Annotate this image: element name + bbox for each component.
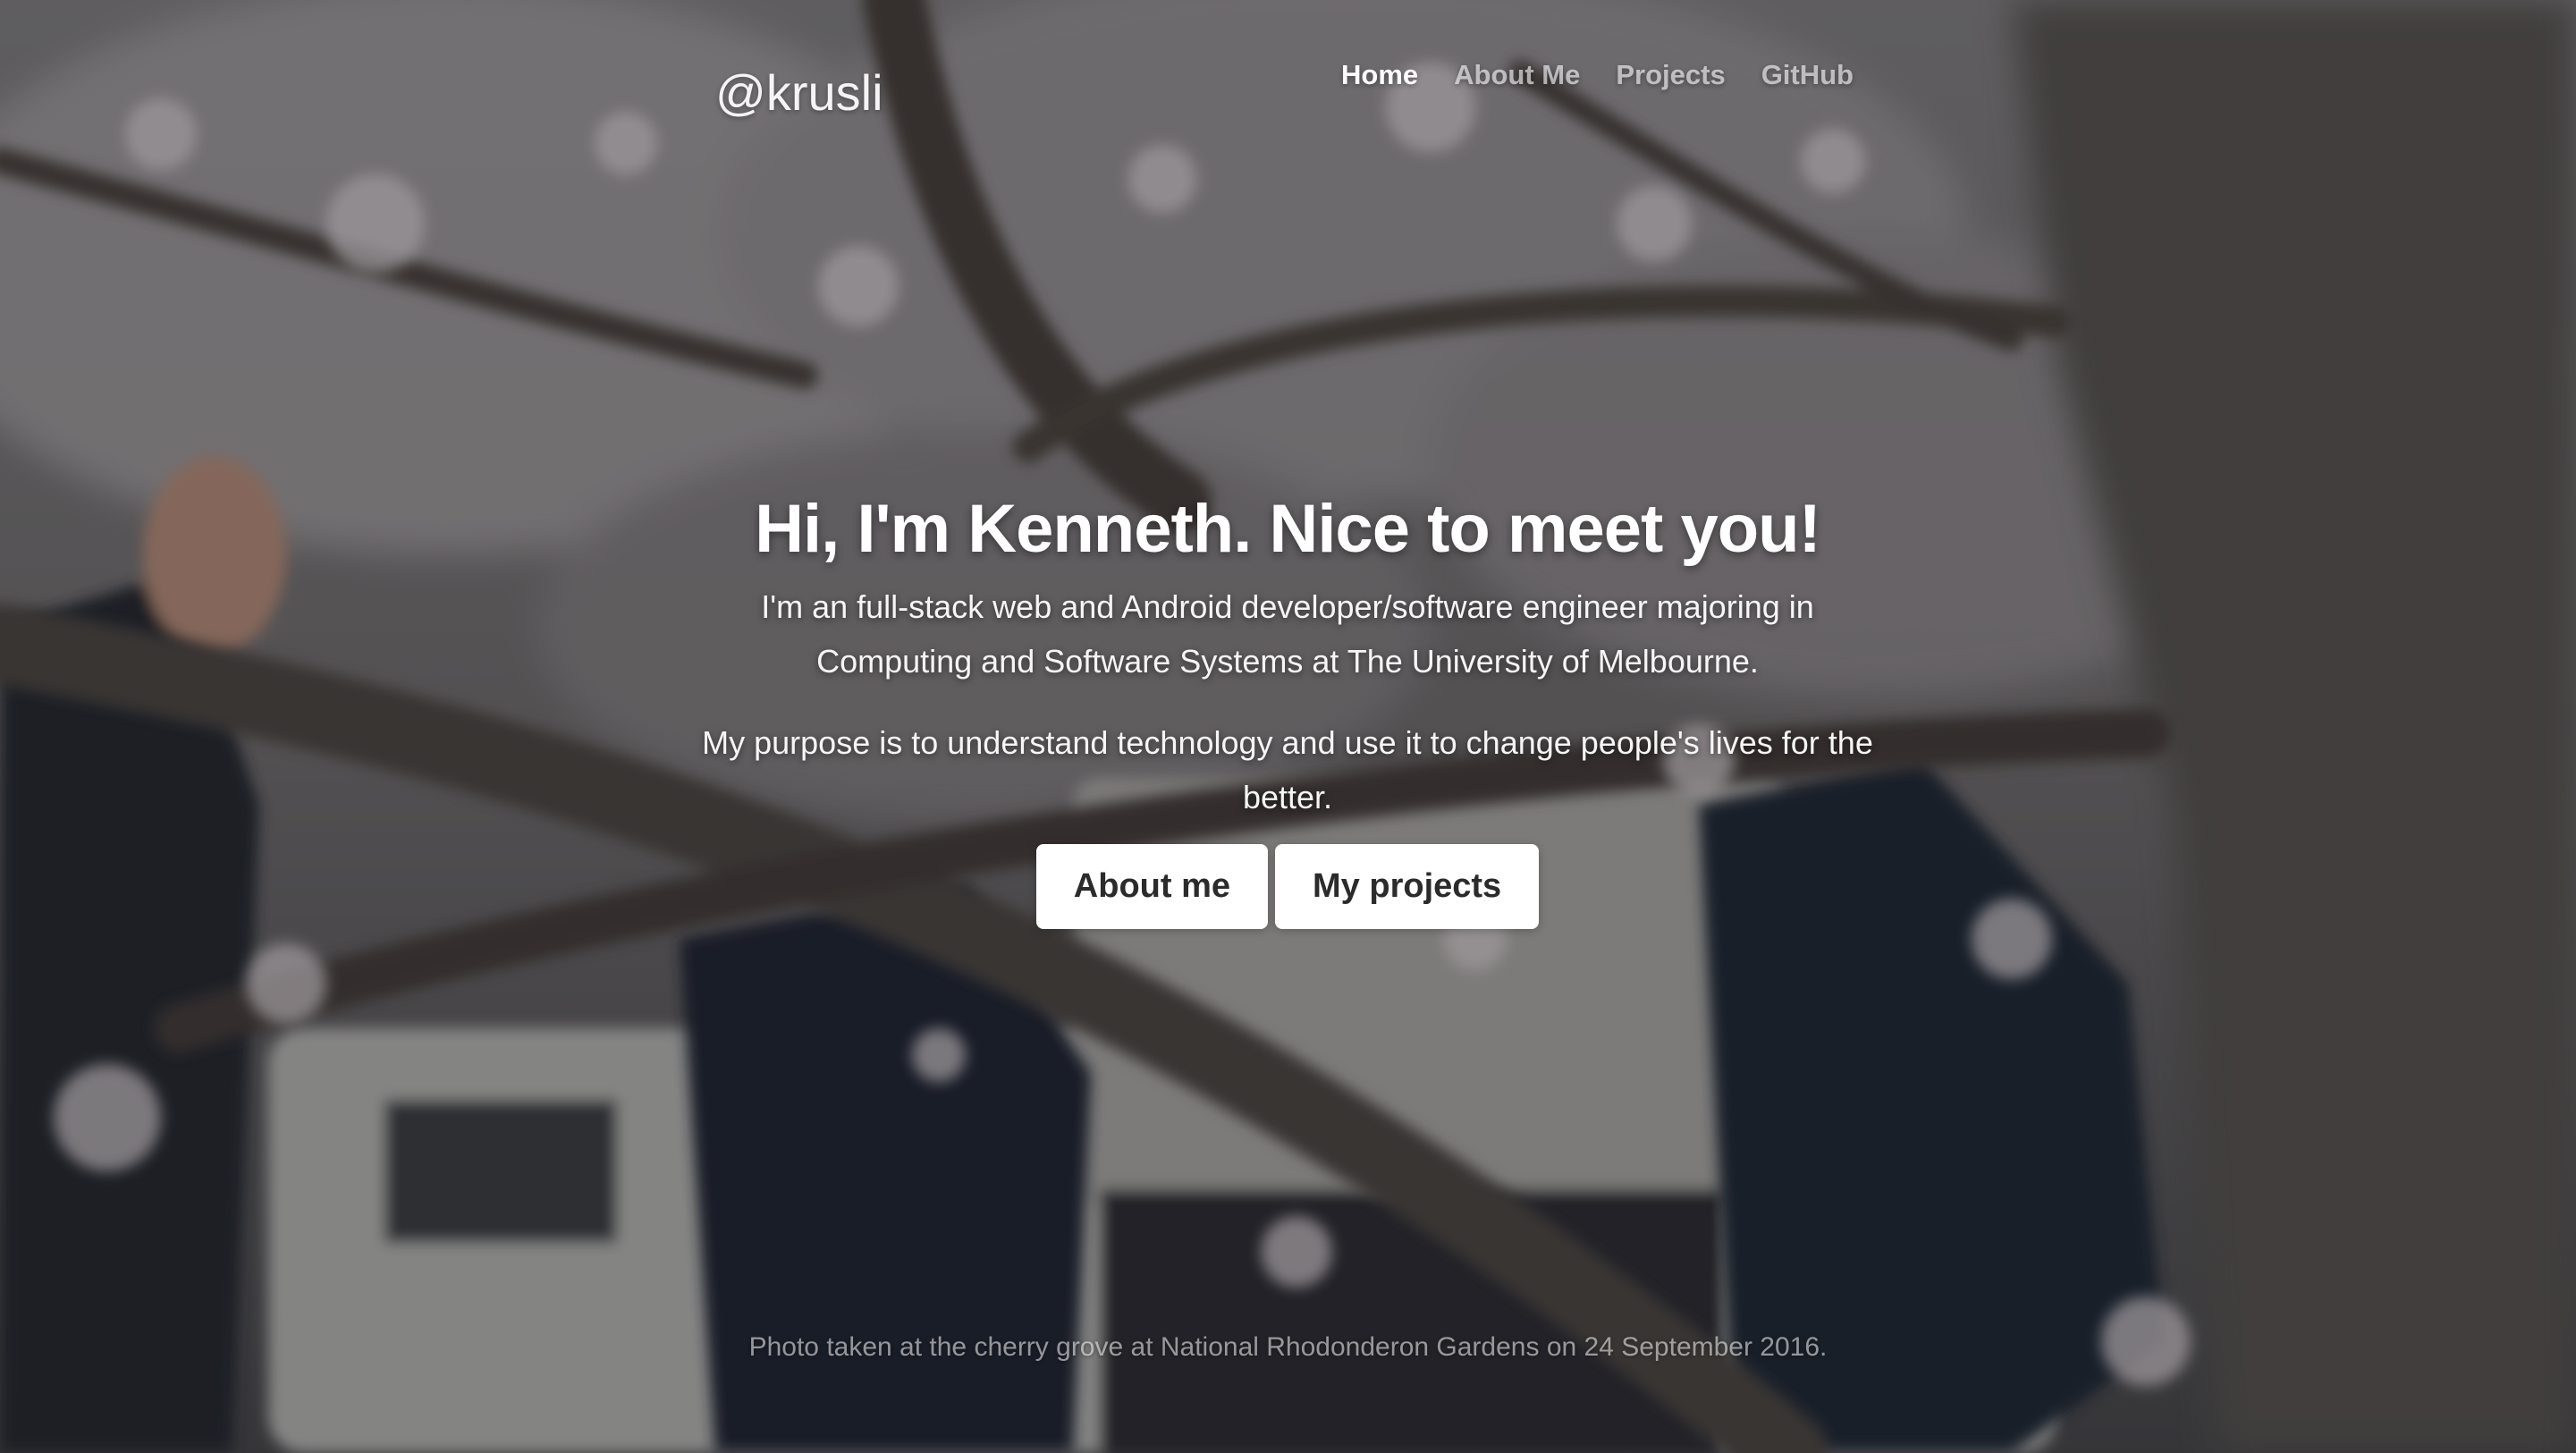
hero-purpose-text: My purpose is to understand technology a…	[702, 724, 1873, 815]
photo-caption: Photo taken at the cherry grove at Natio…	[748, 1332, 1828, 1362]
about-me-button[interactable]: About me	[1035, 844, 1269, 929]
brand-logo-link[interactable]: @krusli	[715, 68, 883, 118]
nav-github[interactable]: GitHub	[1761, 59, 1854, 91]
hero-section: Hi, I'm Kenneth. Nice to meet you! I'm a…	[662, 483, 1913, 929]
nav-home[interactable]: Home	[1341, 59, 1418, 91]
page: @krusli Home About Me Projects GitHub Hi…	[0, 0, 2576, 1453]
nav-projects[interactable]: Projects	[1616, 59, 1725, 91]
hero-buttons: About me My projects	[662, 844, 1913, 929]
hero-title: Hi, I'm Kenneth. Nice to meet you!	[755, 491, 1821, 567]
hero-intro-text: I'm an full-stack web and Android develo…	[761, 588, 1814, 680]
main-nav: Home About Me Projects GitHub	[1341, 59, 1854, 91]
nav-about-me[interactable]: About Me	[1454, 59, 1580, 91]
my-projects-button[interactable]: My projects	[1275, 844, 1540, 929]
